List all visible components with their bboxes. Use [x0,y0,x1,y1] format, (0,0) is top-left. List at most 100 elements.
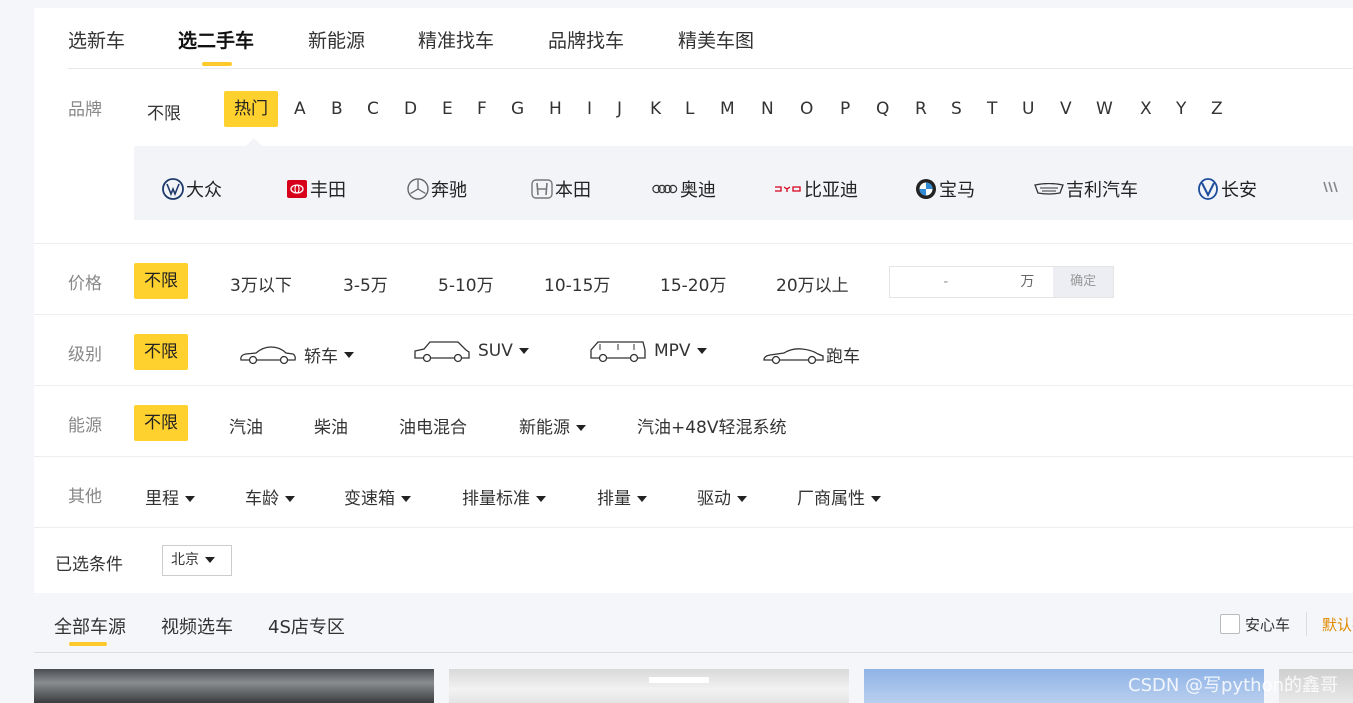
price-range-input[interactable]: - 万 确定 [889,266,1114,298]
brand-next-partial[interactable] [1320,176,1342,198]
letter-b[interactable]: B [331,99,343,119]
letter-f[interactable]: F [477,99,487,119]
letter-a[interactable]: A [294,99,306,119]
letter-o[interactable]: O [800,99,813,119]
selected-conditions-label: 已选条件 [55,555,123,575]
letter-x[interactable]: X [1140,99,1152,119]
letter-u[interactable]: U [1022,99,1034,119]
other-emission-standard[interactable]: 排量标准 [462,484,546,509]
row-divider [34,527,1353,528]
level-mpv[interactable]: MPV [588,338,707,364]
level-label: 级别 [68,345,102,365]
other-manufacturer[interactable]: 厂商属性 [797,484,881,509]
toolbar-separator [1306,612,1307,636]
volkswagen-logo-icon [162,178,184,200]
tab-video-listings[interactable]: 视频选车 [161,613,233,639]
energy-label: 能源 [68,416,102,436]
price-confirm-button[interactable]: 确定 [1053,267,1113,297]
brand-name: 比亚迪 [804,180,858,201]
price-15-20w[interactable]: 15-20万 [660,271,726,296]
safe-car-checkbox[interactable] [1220,614,1240,634]
nav-used-car[interactable]: 选二手车 [178,26,254,53]
price-over-20w[interactable]: 20万以上 [776,271,849,296]
filter-panel: 选新车 选二手车 新能源 精准找车 品牌找车 精美车图 品牌 不限 热门 A B… [34,8,1353,593]
brand-honda[interactable]: 本田 [531,176,591,202]
chevron-down-icon [205,557,215,563]
chevron-down-icon [344,351,354,358]
letter-s[interactable]: S [951,99,962,119]
brand-geely[interactable]: 吉利汽车 [1034,176,1138,202]
energy-48v-mild-hybrid[interactable]: 汽油+48V轻混系统 [637,413,787,438]
tab-4s-store[interactable]: 4S店专区 [268,613,345,639]
brand-changan[interactable]: 长安 [1197,176,1257,202]
price-under-3w[interactable]: 3万以下 [230,271,292,296]
other-gearbox[interactable]: 变速箱 [344,484,411,509]
nav-active-underline [202,62,232,66]
brand-bmw[interactable]: 宝马 [915,176,975,202]
letter-m[interactable]: M [720,99,735,119]
energy-diesel[interactable]: 柴油 [314,413,348,438]
nav-car-pictures[interactable]: 精美车图 [678,26,754,53]
brand-byd[interactable]: 比亚迪 [774,176,858,202]
letter-n[interactable]: N [761,99,774,119]
brand-label: 品牌 [68,100,102,120]
price-range-dash[interactable]: - [890,267,1002,297]
brand-unlimited[interactable]: 不限 [147,99,181,124]
other-car-age[interactable]: 车龄 [245,484,295,509]
safe-car-label: 安心车 [1245,616,1291,634]
price-5-10w[interactable]: 5-10万 [438,271,494,296]
energy-option-label: 新能源 [519,418,570,438]
letter-i[interactable]: I [587,99,592,119]
energy-new-energy[interactable]: 新能源 [519,413,586,438]
letter-c[interactable]: C [367,99,379,119]
letter-y[interactable]: Y [1176,99,1186,119]
brand-volkswagen[interactable]: 大众 [162,176,222,202]
letter-e[interactable]: E [442,99,453,119]
sedan-icon [240,345,296,364]
letter-q[interactable]: Q [876,99,889,119]
city-select[interactable]: 北京 [162,545,232,576]
level-option-label: MPV [654,341,691,361]
level-unlimited[interactable]: 不限 [134,334,188,370]
letter-r[interactable]: R [915,99,927,119]
energy-unlimited[interactable]: 不限 [134,405,188,441]
letter-h[interactable]: H [549,99,562,119]
letter-z[interactable]: Z [1211,99,1223,119]
brand-audi[interactable]: 奥迪 [652,176,716,202]
letter-g[interactable]: G [511,99,524,119]
brand-mercedes[interactable]: 奔驰 [407,176,467,202]
other-mileage[interactable]: 里程 [145,484,195,509]
other-drive[interactable]: 驱动 [697,484,747,509]
other-option-label: 车龄 [245,489,279,509]
level-sports[interactable]: 跑车 [762,342,860,367]
energy-hybrid[interactable]: 油电混合 [399,413,467,438]
tab-all-listings[interactable]: 全部车源 [54,613,126,639]
letter-w[interactable]: W [1096,99,1113,119]
letter-p[interactable]: P [840,99,850,119]
level-suv[interactable]: SUV [412,338,529,364]
brand-name: 本田 [555,180,591,201]
nav-new-energy[interactable]: 新能源 [308,26,365,53]
price-10-15w[interactable]: 10-15万 [544,271,610,296]
price-3-5w[interactable]: 3-5万 [343,271,388,296]
sort-default-button[interactable]: 默认排序 [1322,614,1353,635]
level-sedan[interactable]: 轿车 [238,342,354,367]
nav-brand-search[interactable]: 品牌找车 [548,26,624,53]
brand-toyota[interactable]: 丰田 [286,176,346,202]
other-displacement[interactable]: 排量 [597,484,647,509]
price-unlimited[interactable]: 不限 [134,263,188,299]
chevron-down-icon [285,496,295,502]
letter-k[interactable]: K [650,99,661,119]
listing-thumbnail[interactable] [34,669,434,703]
nav-new-car[interactable]: 选新车 [68,26,125,53]
brand-name: 长安 [1221,180,1257,201]
letter-t[interactable]: T [987,99,997,119]
letter-v[interactable]: V [1060,99,1072,119]
letter-l[interactable]: L [685,99,694,119]
listing-thumbnail[interactable] [449,669,849,703]
nav-precise-search[interactable]: 精准找车 [418,26,494,53]
letter-d[interactable]: D [404,99,417,119]
energy-gasoline[interactable]: 汽油 [229,413,263,438]
letter-j[interactable]: J [617,99,622,119]
brand-hot[interactable]: 热门 [224,91,278,127]
